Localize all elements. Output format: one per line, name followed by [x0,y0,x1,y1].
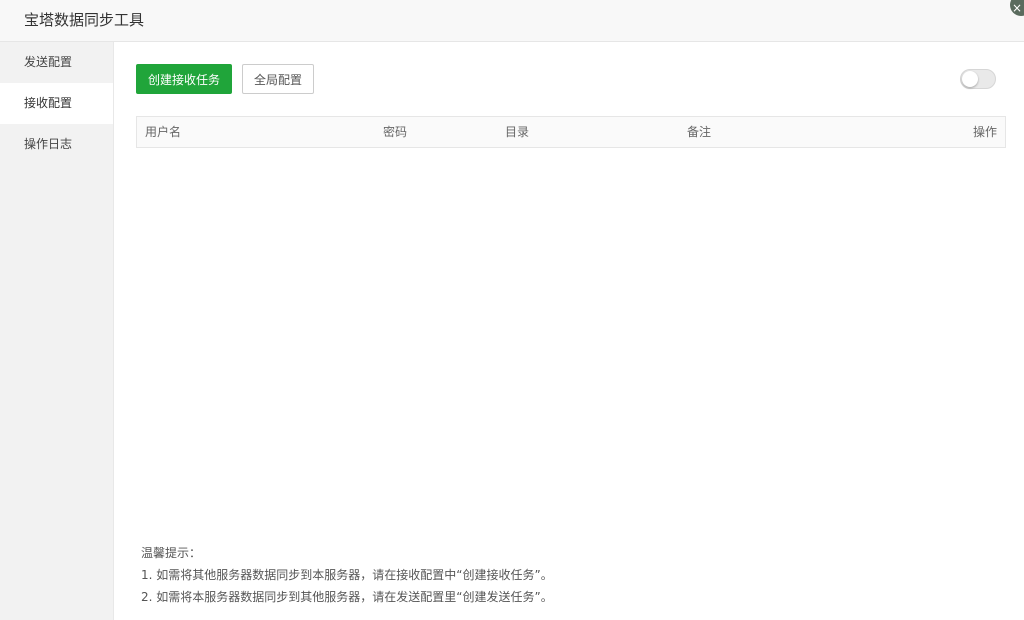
tip-line: 1. 如需将其他服务器数据同步到本服务器，请在接收配置中“创建接收任务”。 [141,568,553,582]
main-panel: 创建接收任务 全局配置 用户名 密码 目录 备注 操作 温馨提示： 1. 如需将… [114,42,1024,620]
toggle-knob [962,71,978,87]
sidebar-item-label: 发送配置 [24,55,73,69]
enable-toggle[interactable] [960,69,996,89]
sidebar: 发送配置 接收配置 操作日志 [0,42,114,620]
sidebar-item-send-config[interactable]: 发送配置 [0,42,113,83]
sidebar-item-receive-config[interactable]: 接收配置 [0,83,113,124]
column-header-password: 密码 [383,125,408,139]
sync-tool-window: 宝塔数据同步工具 × 发送配置 接收配置 操作日志 创建接收任务 全局配置 用户… [0,0,1024,620]
title-bar: 宝塔数据同步工具 [0,0,1024,42]
column-header-note: 备注 [687,125,712,139]
global-config-button[interactable]: 全局配置 [242,64,314,94]
tip-line: 2. 如需将本服务器数据同步到其他服务器，请在发送配置里“创建发送任务”。 [141,590,553,604]
tips-section: 温馨提示： 1. 如需将其他服务器数据同步到本服务器，请在接收配置中“创建接收任… [141,542,1001,608]
column-header-directory: 目录 [505,125,530,139]
column-header-username: 用户名 [145,125,182,139]
tips-title: 温馨提示： [141,546,202,560]
close-icon[interactable]: × [1010,0,1024,16]
create-receive-task-button[interactable]: 创建接收任务 [136,64,232,94]
sidebar-item-operation-log[interactable]: 操作日志 [0,124,113,165]
receive-task-table: 用户名 密码 目录 备注 操作 [136,116,1006,148]
window-title: 宝塔数据同步工具 [24,11,145,29]
column-header-operation: 操作 [972,125,997,139]
sidebar-item-label: 接收配置 [24,96,73,110]
sidebar-item-label: 操作日志 [24,137,73,151]
close-icon-glyph: × [1011,1,1023,15]
